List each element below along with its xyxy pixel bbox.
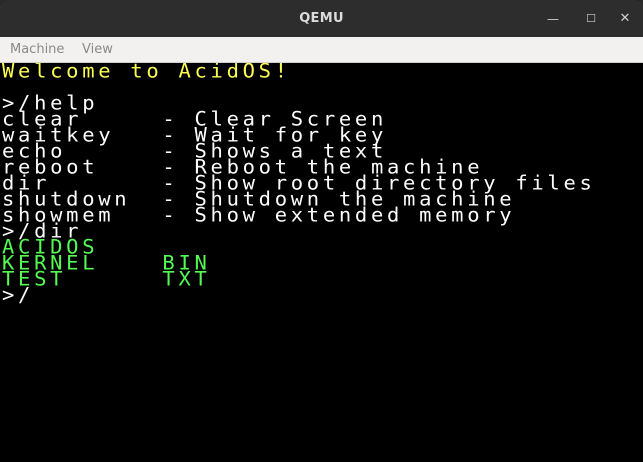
close-button[interactable]: ✕ — [614, 8, 636, 30]
terminal-line-welcome: Welcome to AcidOS! — [2, 63, 291, 82]
minimize-button[interactable]: — — [542, 8, 564, 30]
minimize-icon: — — [547, 12, 559, 26]
title-bar[interactable]: QEMU — ☐ ✕ — [0, 0, 643, 37]
terminal-line-prompt: >/ — [2, 283, 35, 306]
menu-view[interactable]: View — [82, 37, 113, 62]
menu-machine[interactable]: Machine — [10, 37, 64, 62]
maximize-button[interactable]: ☐ — [580, 8, 602, 30]
qemu-window: QEMU — ☐ ✕ Machine View Welcome to AcidO… — [0, 0, 643, 462]
menu-bar: Machine View — [0, 37, 643, 63]
close-icon: ✕ — [619, 11, 631, 26]
maximize-icon: ☐ — [586, 12, 596, 25]
vm-display[interactable]: Welcome to AcidOS! >/help clear - Clear … — [0, 63, 643, 462]
